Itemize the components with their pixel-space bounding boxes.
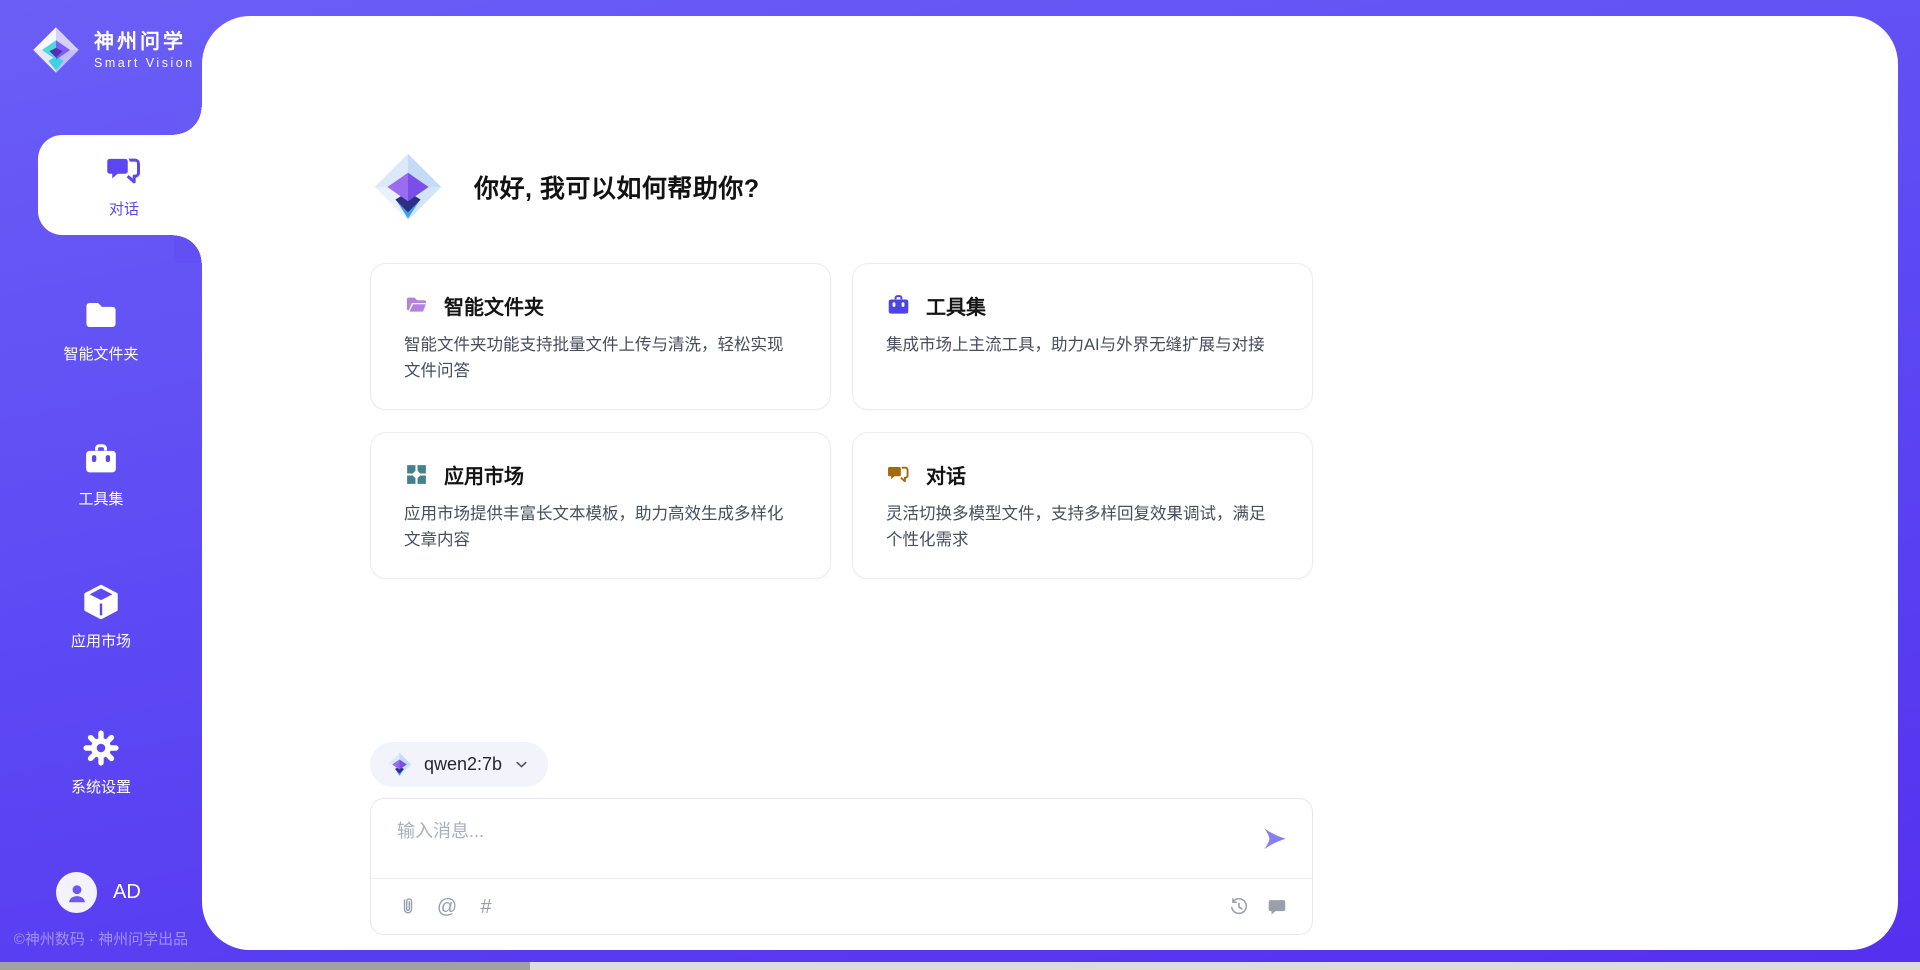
history-icon[interactable] [1228,896,1250,918]
card-title: 智能文件夹 [444,291,544,320]
card-title: 应用市场 [444,460,524,489]
model-name: qwen2:7b [424,754,502,775]
assistant-logo-icon [370,149,446,225]
folder-icon [404,293,429,318]
card-toolbox[interactable]: 工具集 集成市场上主流工具，助力AI与外界无缝扩展与对接 [852,263,1313,410]
brand: 神州问学 Smart Vision [30,24,195,76]
briefcase-icon [82,441,120,479]
sidebar-item-app-market[interactable]: 应用市场 [0,583,202,651]
sidebar-item-toolbox[interactable]: 工具集 [0,441,202,509]
card-title: 对话 [926,460,966,489]
sidebar-item-label: 对话 [109,198,139,219]
composer: @ # [370,798,1313,935]
send-icon [1260,824,1290,854]
sidebar-item-chat[interactable]: 对话 [38,135,210,235]
card-description: 集成市场上主流工具，助力AI与外界无缝扩展与对接 [886,333,1279,359]
model-logo-icon [386,751,413,778]
card-title: 工具集 [926,291,986,320]
sidebar: 神州问学 Smart Vision 对话 [0,0,202,970]
chevron-down-icon [513,756,530,773]
sidebar-item-smart-folder[interactable]: 智能文件夹 [0,296,202,364]
sidebar-item-label: 系统设置 [71,776,131,797]
card-chat[interactable]: 对话 灵活切换多模型文件，支持多样回复效果调试，满足个性化需求 [852,432,1313,579]
sidebar-item-label: 应用市场 [71,630,131,651]
brand-name: 神州问学 [94,31,195,54]
send-button[interactable] [1260,824,1290,854]
composer-toolbar: @ # [371,879,1312,935]
sidebar-item-label: 智能文件夹 [63,343,138,364]
gear-icon [82,729,120,767]
tab-fillet-top [174,107,202,135]
scrollbar-thumb[interactable] [0,962,530,970]
brand-subtitle: Smart Vision [94,56,195,70]
feature-cards: 智能文件夹 智能文件夹功能支持批量文件上传与清洗，轻松实现文件问答 工具集 [370,263,1313,579]
message-input[interactable] [371,799,1247,879]
sidebar-item-label: 工具集 [78,488,123,509]
sidebar-item-settings[interactable]: 系统设置 [0,729,202,797]
card-app-market[interactable]: 应用市场 应用市场提供丰富长文本模板，助力高效生成多样化文章内容 [370,432,831,579]
paperclip-icon[interactable] [397,896,419,918]
market-grid-icon [404,462,429,487]
card-description: 智能文件夹功能支持批量文件上传与清洗，轻松实现文件问答 [404,333,797,384]
card-smart-folder[interactable]: 智能文件夹 智能文件夹功能支持批量文件上传与清洗，轻松实现文件问答 [370,263,831,410]
tab-fillet-bottom [174,235,202,263]
chat-icon [886,462,911,487]
briefcase-icon [886,293,911,318]
card-description: 应用市场提供丰富长文本模板，助力高效生成多样化文章内容 [404,502,797,553]
chat-bubble-icon[interactable] [1266,896,1288,918]
user-profile[interactable]: AD [56,872,141,913]
copyright: ©神州数码 · 神州问学出品 [0,928,202,949]
horizontal-scrollbar[interactable] [0,962,1920,970]
greeting-text: 你好, 我可以如何帮助你? [474,169,760,205]
card-description: 灵活切换多模型文件，支持多样回复效果调试，满足个性化需求 [886,502,1279,553]
cube-icon [82,583,120,621]
folder-icon [82,296,120,334]
avatar [56,872,97,913]
model-selector[interactable]: qwen2:7b [370,742,548,787]
hash-icon[interactable]: # [475,896,497,918]
at-icon[interactable]: @ [436,896,458,918]
brand-logo-icon [30,24,82,76]
greeting: 你好, 我可以如何帮助你? [370,149,1313,225]
main-content: 你好, 我可以如何帮助你? 智能文件夹 智能文件夹功能支持批量文件上传与清洗，轻… [370,0,1313,935]
app-root: 神州问学 Smart Vision 对话 [0,0,1920,970]
user-name: AD [113,881,141,904]
chat-icon [104,151,144,191]
